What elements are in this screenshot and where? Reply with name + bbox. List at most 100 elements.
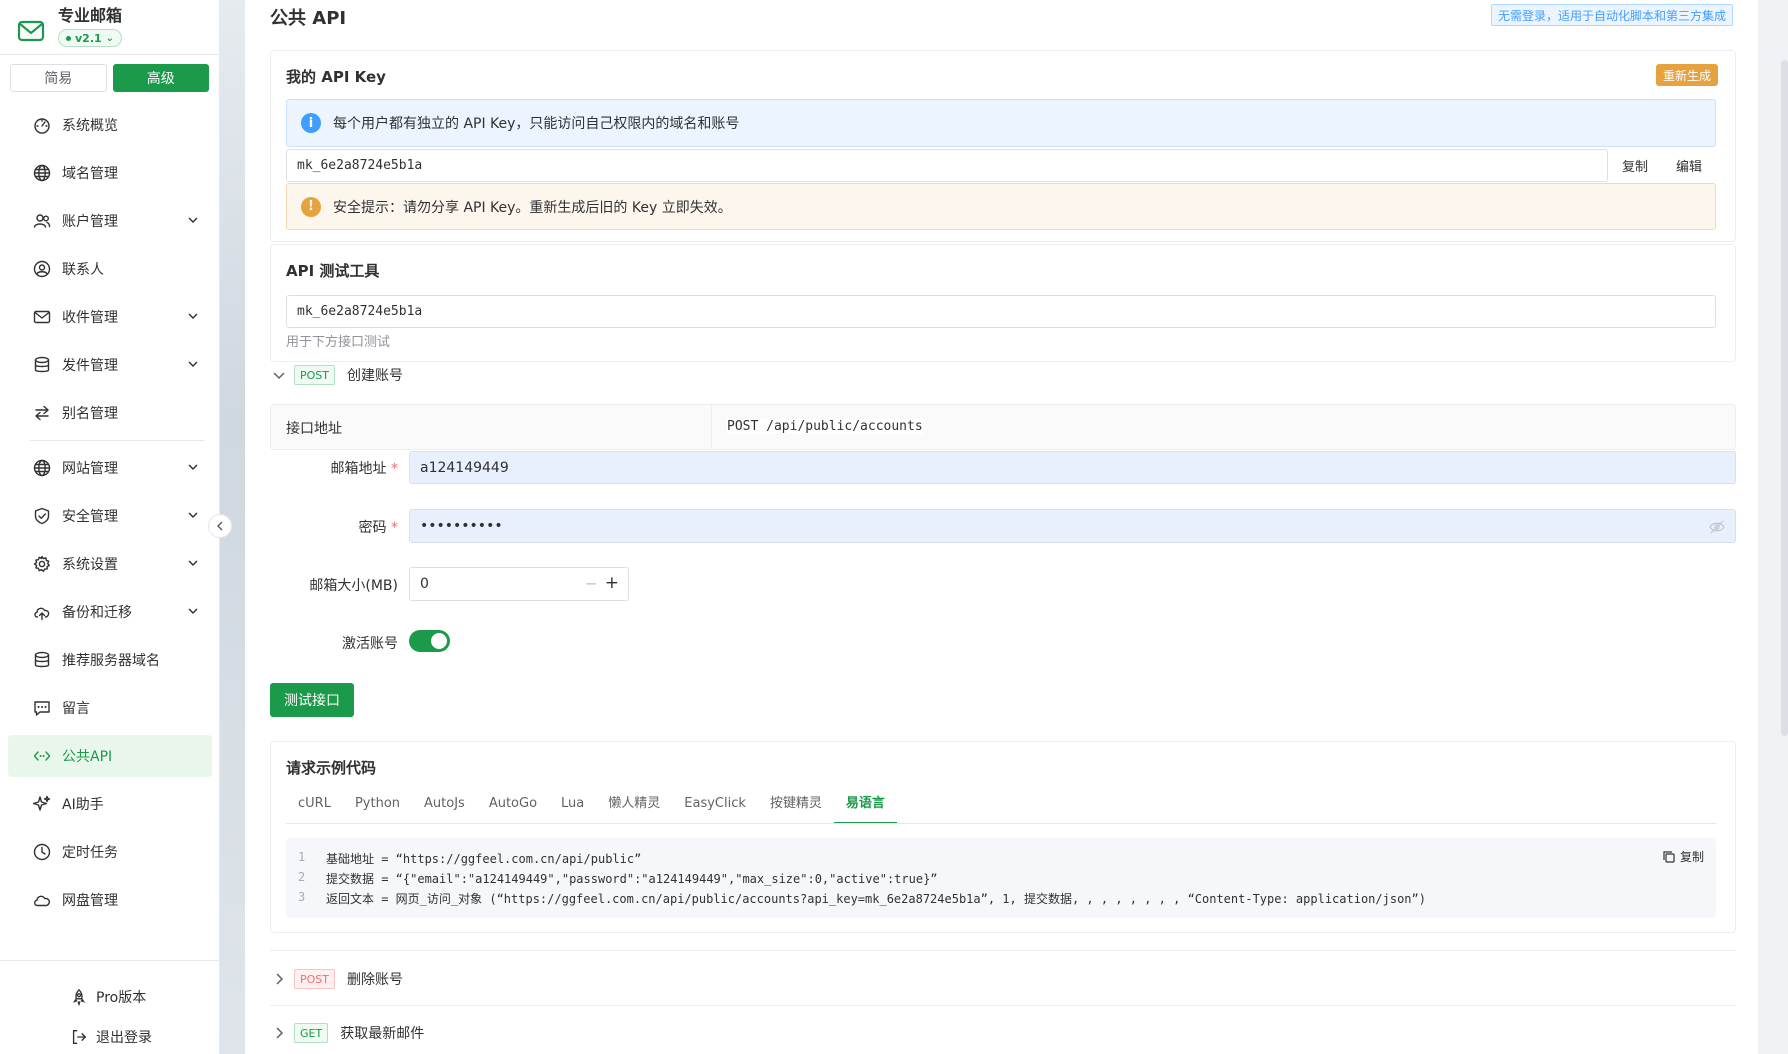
- minus-icon[interactable]: −: [585, 574, 598, 593]
- sidebar-item-13[interactable]: 留言: [8, 687, 212, 729]
- test-api-button[interactable]: 测试接口: [270, 683, 354, 717]
- sidebar-item-label: 系统概览: [62, 118, 118, 134]
- tab-1[interactable]: cURL: [286, 796, 343, 824]
- message-icon: [32, 698, 52, 718]
- copy-icon: [1663, 850, 1675, 863]
- endpoint-address-label: 接口地址: [286, 421, 342, 437]
- regenerate-button[interactable]: 重新生成: [1656, 64, 1719, 86]
- logout-icon: [72, 1030, 87, 1044]
- sidebar-item-11[interactable]: 备份和迁移: [8, 591, 212, 633]
- warning-icon: !: [301, 196, 321, 217]
- cloud-icon: [32, 890, 52, 910]
- api-key-input[interactable]: mk_6e2a8724e5b1a: [286, 149, 1608, 182]
- contact-icon: [32, 259, 52, 279]
- info-alert-text: 每个用户都有独立的 API Key，只能访问自己权限内的域名和账号: [333, 116, 740, 132]
- tab-2[interactable]: Python: [343, 796, 412, 824]
- divider: [270, 950, 1736, 951]
- clock-icon: [32, 842, 52, 862]
- sidebar-item-16[interactable]: 定时任务: [8, 831, 212, 873]
- logout-link[interactable]: 退出登录: [70, 1027, 152, 1047]
- tab-4[interactable]: AutoGo: [477, 796, 549, 824]
- sidebar-item-2[interactable]: 域名管理: [8, 152, 212, 194]
- tab-9[interactable]: 易语言: [833, 796, 897, 824]
- sidebar-item-label: 收件管理: [62, 310, 118, 326]
- method-tag: POST: [294, 969, 335, 989]
- mailbox-size-stepper[interactable]: 0 − +: [409, 567, 629, 601]
- sidebar-item-7[interactable]: 别名管理: [8, 392, 212, 434]
- sidebar-item-label: 留言: [62, 701, 90, 717]
- mode-simple-button[interactable]: 简易: [10, 64, 107, 92]
- sidebar-item-9[interactable]: 安全管理: [8, 495, 212, 537]
- tab-7[interactable]: EasyClick: [672, 796, 758, 824]
- mailbox-size-value: 0: [420, 576, 429, 592]
- sidebar-item-15[interactable]: AI助手: [8, 783, 212, 825]
- endpoint-label: 获取最新邮件: [340, 1026, 425, 1042]
- active-account-toggle[interactable]: [409, 630, 450, 652]
- sidebar-item-label: 网盘管理: [62, 893, 118, 909]
- code-icon: [32, 746, 52, 766]
- sidebar-item-label: 联系人: [62, 262, 104, 278]
- gear-icon: [32, 554, 52, 574]
- tab-6[interactable]: 懒人精灵: [596, 796, 672, 824]
- password-field[interactable]: ••••••••••: [409, 509, 1736, 543]
- hint-tag: 无需登录，适用于自动化脚本和第三方集成: [1491, 4, 1734, 26]
- endpoint-label: 创建账号: [347, 368, 403, 384]
- mailbox-size-label: 邮箱大小(MB): [309, 578, 398, 594]
- code-line: 1 基础地址 = “https://ggfeel.com.cn/api/publi…: [298, 850, 642, 866]
- shield-icon: [32, 506, 52, 526]
- endpoint-latest-mail[interactable]: GET 获取最新邮件: [272, 1022, 424, 1044]
- pro-version-label: Pro版本: [96, 990, 147, 1006]
- chevron-down-icon: [188, 217, 198, 223]
- copy-key-button[interactable]: 复制: [1622, 156, 1648, 175]
- sidebar-item-17[interactable]: 网盘管理: [8, 879, 212, 921]
- rocket-icon: [72, 988, 86, 1006]
- endpoint-create-account[interactable]: POST 创建账号: [272, 364, 403, 386]
- endpoint-delete-account[interactable]: POST 删除账号: [272, 968, 403, 990]
- brand[interactable]: 专业邮箱 v2.1 ⌄: [16, 6, 123, 52]
- version-label: v2.1: [75, 31, 102, 45]
- tabs-divider: [286, 823, 1716, 824]
- tab-8[interactable]: 按键精灵: [758, 796, 834, 824]
- api-key-title: 我的 API Key: [286, 68, 386, 86]
- email-field[interactable]: a124149449: [409, 451, 1736, 484]
- edit-key-button[interactable]: 编辑: [1676, 156, 1702, 175]
- code-block: 复制 1 基础地址 = “https://ggfeel.com.cn/api/pu…: [286, 838, 1716, 918]
- sidebar-item-label: 推荐服务器域名: [62, 653, 160, 669]
- chevron-down-icon: [273, 372, 285, 380]
- chevron-down-icon: [188, 560, 198, 566]
- collapse-sidebar-button[interactable]: [208, 514, 232, 538]
- test-key-input[interactable]: mk_6e2a8724e5b1a: [286, 295, 1716, 328]
- warning-alert: ! 安全提示：请勿分享 API Key。重新生成后旧的 Key 立即失效。: [286, 183, 1716, 230]
- sidebar-item-4[interactable]: 联系人: [8, 248, 212, 290]
- mail-icon: [32, 307, 52, 327]
- sidebar-item-5[interactable]: 收件管理: [8, 296, 212, 338]
- dashboard-icon: [32, 115, 52, 135]
- sidebar-item-14[interactable]: 公共API: [8, 735, 212, 777]
- sidebar-item-6[interactable]: 发件管理: [8, 344, 212, 386]
- plus-icon[interactable]: +: [605, 573, 619, 593]
- sidebar-item-label: 系统设置: [62, 557, 118, 573]
- tab-5[interactable]: Lua: [549, 796, 596, 824]
- code-line: 2 提交数据 = “{"email":"a124149449","password…: [298, 870, 938, 886]
- sidebar-item-8[interactable]: 网站管理: [8, 447, 212, 489]
- chevron-down-icon: ⌄: [105, 32, 115, 44]
- sidebar-item-label: 安全管理: [62, 509, 118, 525]
- sidebar-item-label: 发件管理: [62, 358, 118, 374]
- sidebar-item-label: 定时任务: [62, 845, 118, 861]
- pro-version-link[interactable]: Pro版本: [70, 987, 146, 1007]
- logout-label: 退出登录: [96, 1030, 152, 1046]
- version-badge[interactable]: v2.1 ⌄: [58, 29, 123, 47]
- copy-code-button[interactable]: 复制: [1662, 848, 1704, 865]
- sidebar-item-1[interactable]: 系统概览: [8, 104, 212, 146]
- scrollbar-thumb[interactable]: [1781, 60, 1788, 736]
- status-dot-icon: [66, 35, 71, 41]
- sidebar-item-12[interactable]: 推荐服务器域名: [8, 639, 212, 681]
- sidebar-item-10[interactable]: 系统设置: [8, 543, 212, 585]
- eye-off-icon[interactable]: [1709, 520, 1725, 534]
- tab-3[interactable]: AutoJs: [412, 796, 477, 824]
- sidebar-item-label: 账户管理: [62, 214, 118, 230]
- sidebar-footer: Pro版本 退出登录: [0, 960, 219, 1054]
- mode-advanced-button[interactable]: 高级: [112, 64, 209, 92]
- sidebar-item-3[interactable]: 账户管理: [8, 200, 212, 242]
- divider: [0, 54, 219, 55]
